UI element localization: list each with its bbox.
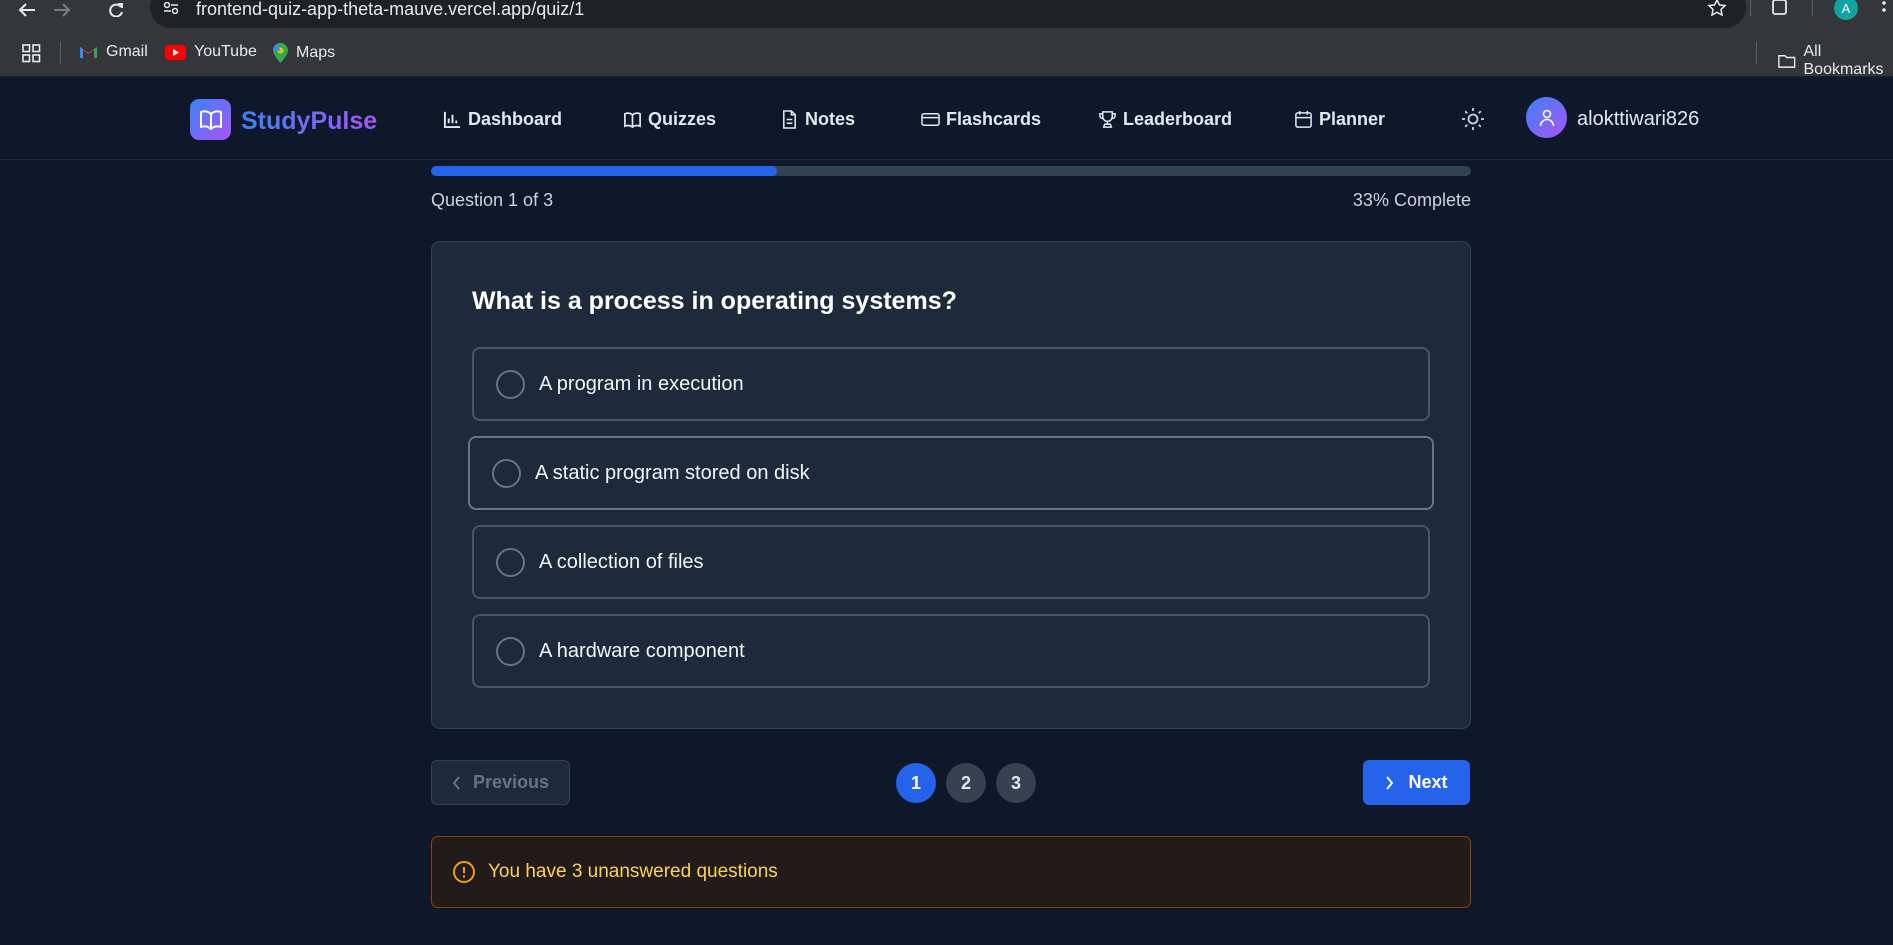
alert-text: You have 3 unanswered questions [488, 861, 778, 882]
bookmark-maps[interactable]: Maps [273, 43, 335, 63]
toolbar-divider [1750, 0, 1751, 16]
radio-button[interactable] [496, 369, 525, 399]
username[interactable]: alokttiwari826 [1577, 108, 1699, 131]
extensions-icon[interactable] [1770, 0, 1790, 21]
page-button-3[interactable]: 3 [996, 763, 1036, 803]
progress-fill [431, 166, 778, 176]
option-label: A program in execution [539, 372, 744, 395]
nav-dashboard[interactable]: Dashboard [443, 109, 562, 130]
next-button[interactable]: Next [1363, 760, 1470, 805]
nav-label: Dashboard [468, 109, 563, 129]
apps-grid-icon[interactable] [22, 44, 41, 68]
nav-flashcards[interactable]: Flashcards [921, 109, 1041, 130]
bookmarks-divider [1756, 42, 1757, 64]
calendar-icon [1295, 110, 1312, 128]
menu-icon[interactable] [1881, 0, 1887, 21]
nav-label: Quizzes [648, 109, 717, 129]
back-icon[interactable] [17, 0, 37, 20]
nav-notes[interactable]: Notes [780, 109, 855, 130]
profile-avatar[interactable]: A [1834, 0, 1858, 20]
nav-label: Leaderboard [1123, 109, 1233, 129]
alert-circle-icon [453, 861, 475, 883]
quiz-progress-bar [431, 166, 1471, 176]
browser-toolbar: frontend-quiz-app-theta-mauve.vercel.app… [0, 0, 1893, 29]
forward-icon[interactable] [52, 0, 72, 20]
option-label: A static program stored on disk [535, 461, 810, 484]
completion-percent: 33% Complete [1352, 190, 1471, 210]
question-card: What is a process in operating systems? … [431, 241, 1471, 729]
nav-label: Notes [805, 109, 856, 129]
all-bookmarks-label: All Bookmarks [1803, 43, 1884, 78]
chevron-right-icon [1386, 775, 1394, 790]
chevron-left-icon [452, 775, 460, 790]
nav-leaderboard[interactable]: Leaderboard [1098, 109, 1232, 130]
credit-card-icon [921, 113, 940, 126]
option-label: A hardware component [539, 639, 745, 662]
answer-option[interactable]: A hardware component [472, 614, 1430, 688]
next-label: Next [1408, 772, 1448, 792]
bookmark-label: Gmail [106, 43, 148, 60]
bookmark-star-icon[interactable] [1707, 0, 1727, 21]
sun-icon[interactable] [1461, 107, 1485, 136]
bookmarks-divider [60, 42, 61, 64]
url-text[interactable]: frontend-quiz-app-theta-mauve.vercel.app… [196, 0, 584, 18]
brand-logo-icon[interactable] [190, 99, 231, 140]
app-header: StudyPulse Dashboard Quizzes Notes Flash… [0, 78, 1893, 160]
bookmark-label: YouTube [194, 43, 257, 60]
radio-button[interactable] [492, 458, 521, 488]
answer-option[interactable]: A program in execution [472, 347, 1430, 421]
trophy-icon [1099, 111, 1116, 128]
page-button-1[interactable]: 1 [896, 763, 936, 803]
question-counter: Question 1 of 3 [431, 190, 554, 210]
previous-button[interactable]: Previous [431, 760, 570, 805]
bookmark-gmail[interactable]: Gmail [79, 43, 148, 61]
folder-icon [1778, 55, 1796, 68]
option-label: A collection of files [539, 550, 704, 573]
question-text: What is a process in operating systems? [472, 287, 957, 315]
page-button-2[interactable]: 2 [946, 763, 986, 803]
all-bookmarks-folder[interactable]: All Bookmarks [1778, 43, 1893, 79]
book-open-icon [624, 112, 641, 129]
previous-label: Previous [472, 772, 550, 792]
gmail-icon [80, 47, 97, 58]
nav-label: Flashcards [946, 109, 1042, 129]
site-info-icon[interactable] [163, 1, 179, 19]
maps-icon [273, 43, 288, 63]
youtube-icon [165, 44, 186, 60]
answer-option[interactable]: A collection of files [472, 525, 1430, 599]
nav-planner[interactable]: Planner [1294, 109, 1385, 130]
nav-label: Planner [1319, 109, 1386, 129]
bar-chart-icon [443, 111, 461, 129]
unanswered-alert: You have 3 unanswered questions [431, 836, 1471, 908]
answer-option[interactable]: A static program stored on disk [468, 436, 1434, 510]
toolbar-divider [1812, 0, 1813, 16]
bookmark-youtube[interactable]: YouTube [165, 43, 257, 61]
file-text-icon [783, 110, 796, 129]
nav-quizzes[interactable]: Quizzes [623, 109, 716, 130]
brand-name[interactable]: StudyPulse [241, 107, 377, 136]
user-avatar[interactable] [1526, 97, 1567, 138]
user-icon [1539, 109, 1554, 126]
bookmarks-bar: Gmail YouTube Maps All Bookmarks [0, 29, 1893, 79]
radio-button[interactable] [496, 636, 525, 666]
reload-icon[interactable] [106, 0, 126, 20]
bookmark-label: Maps [296, 44, 336, 61]
radio-button[interactable] [496, 547, 525, 577]
